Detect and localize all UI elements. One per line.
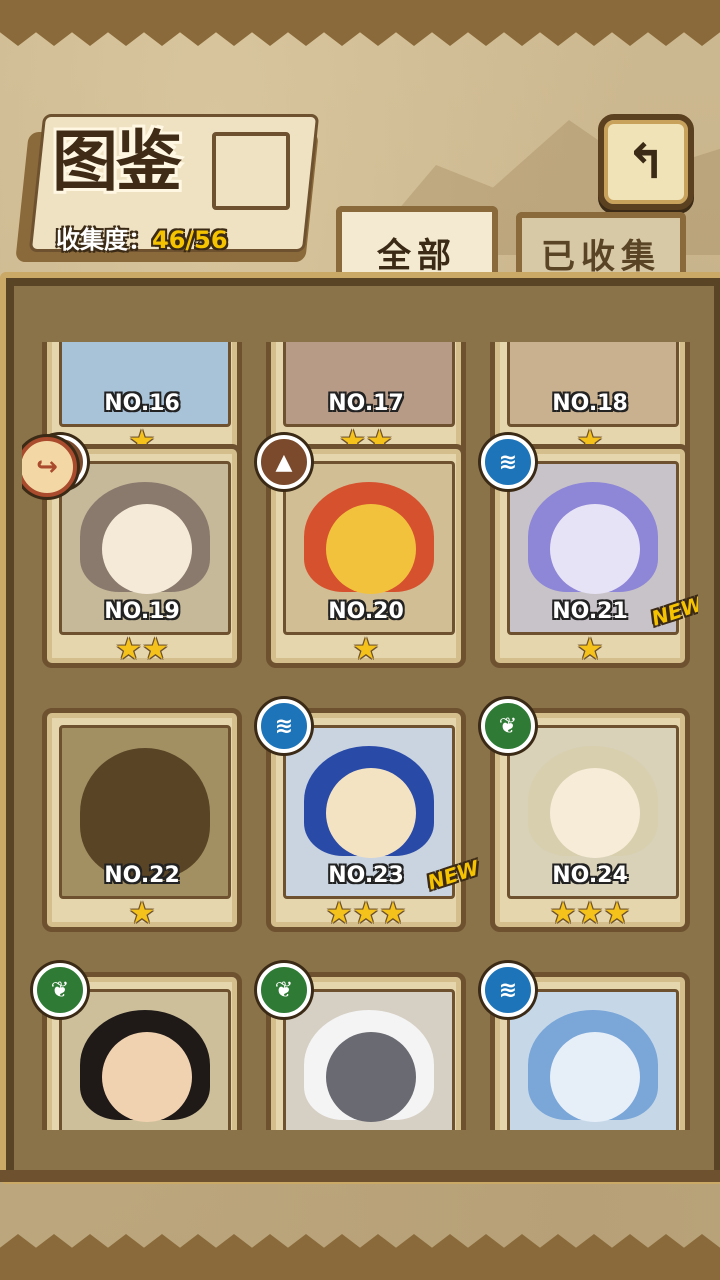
water-element-icon: ≋ [481,963,535,1017]
card-number: NO.19 [104,599,180,624]
back-button[interactable]: ↰ [598,114,694,210]
card-number: NO.18 [552,391,628,416]
card-number: NO.24 [552,863,628,888]
star-rating: ★ [128,896,156,931]
card-number: NO.16 [104,391,180,416]
card-no19[interactable]: NO.19 ★★ ▲ ↪ [22,435,242,668]
card-no25[interactable]: ❦ [33,963,242,1130]
card-no20[interactable]: NO.20 ★ ▲ [257,435,466,668]
card-no21[interactable]: NO.21 ★ ≋ NEW [481,435,698,668]
card-number: NO.17 [328,391,404,416]
water-element-icon: ≋ [481,435,535,489]
earth-element-icon: ▲ [257,435,311,489]
leaf-element-icon: ❦ [33,963,87,1017]
star-rating: ★★★ [549,896,631,931]
leaf-element-icon: ❦ [481,699,535,753]
card-no27[interactable]: ≋ [481,963,690,1130]
star-rating: ★★ [115,632,169,667]
character-portrait [507,989,679,1130]
card-number: NO.22 [104,863,180,888]
leaf-element-icon: ❦ [257,963,311,1017]
collection-progress: 收集度：46/56 [56,220,228,255]
panel-bottom-edge [0,1170,720,1182]
star-rating: ★★★ [325,896,407,931]
character-portrait [59,989,231,1130]
card-number: NO.20 [328,599,404,624]
card-no24[interactable]: NO.24 ★★★ ❦ [481,699,690,932]
card-no23[interactable]: NO.23 ★★★ ≋ NEW [257,699,481,932]
page-title: 图鉴 [52,122,182,200]
card-no22[interactable]: NO.22 ★ [42,708,242,932]
star-rating: ★ [576,632,604,667]
card-grid-scroll[interactable]: NO.16 ★ NO.17 ★★ NO.18 ★ NO.19 ★★ ▲ ↪ [22,342,698,1130]
card-no26[interactable]: ❦ [257,963,466,1130]
water-element-icon: ≋ [257,699,311,753]
star-rating: ★ [352,632,380,667]
return-arrow-icon: ↰ [625,134,667,190]
collection-label: 收集度： [56,226,152,254]
character-portrait [283,989,455,1130]
collection-count: 46/56 [152,226,228,254]
